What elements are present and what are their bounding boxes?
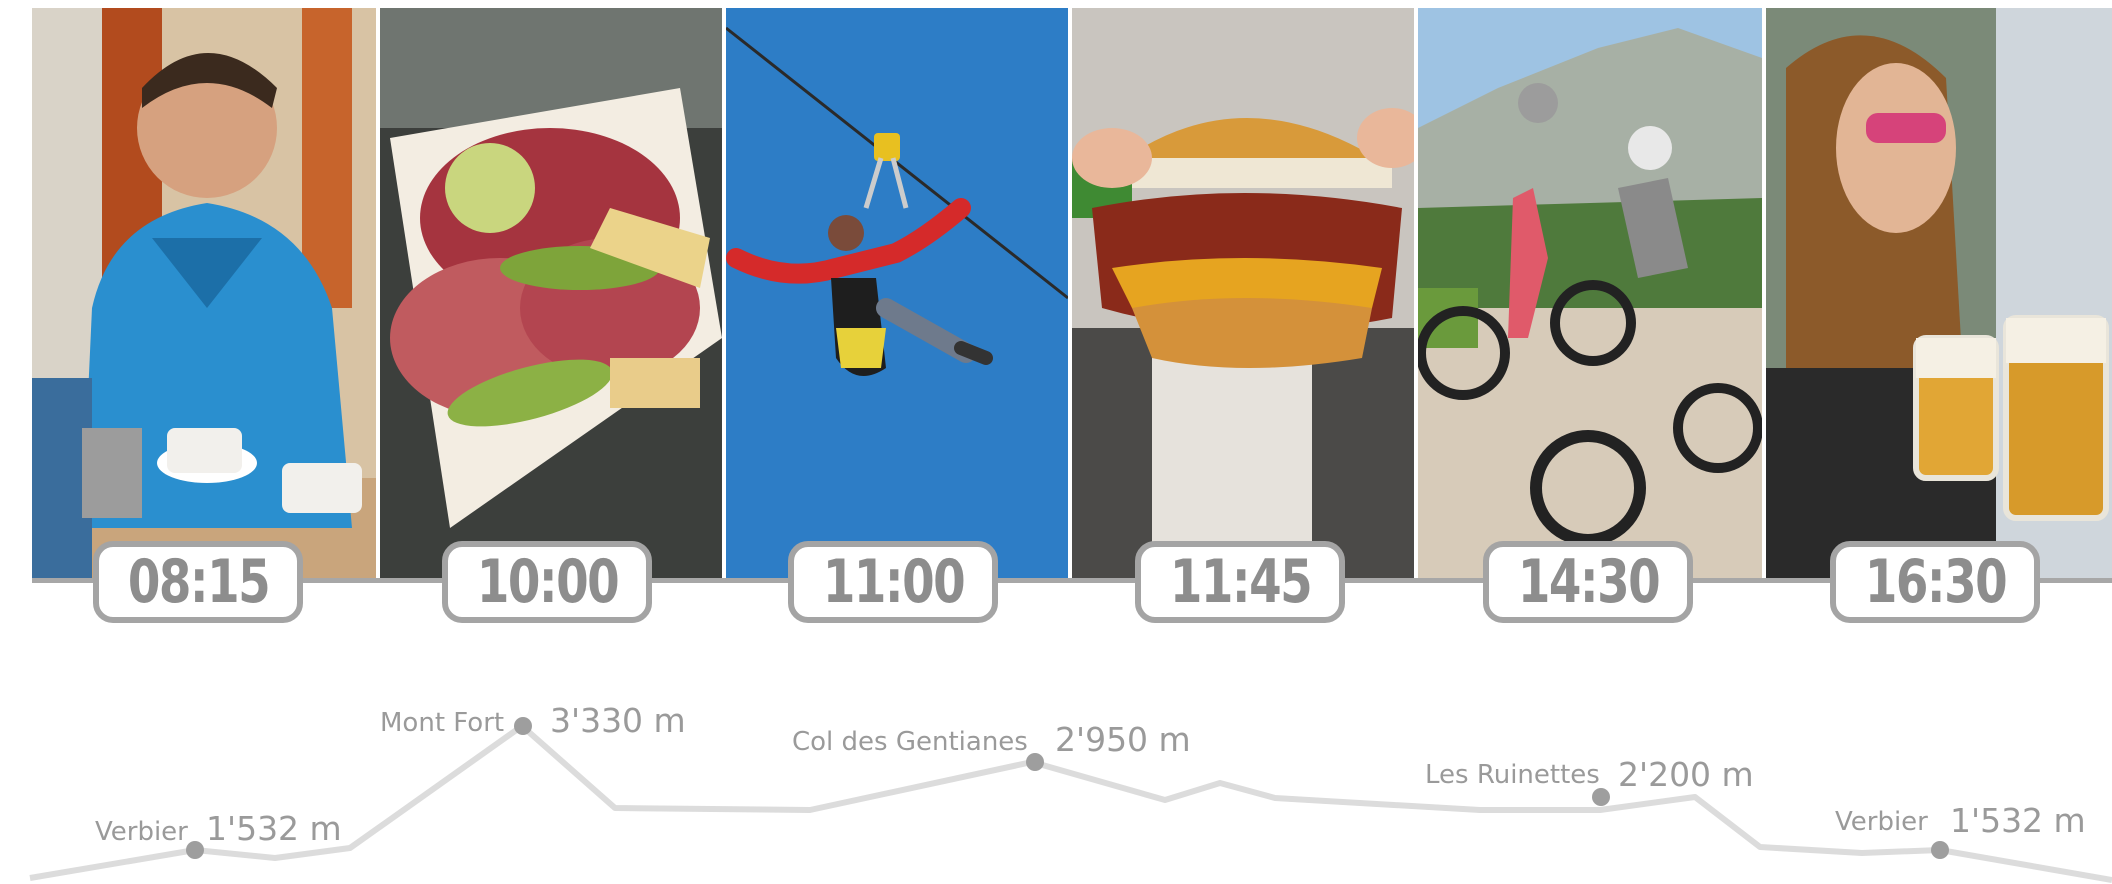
stop-marker [1592,788,1610,806]
time-badge: 10:00 [442,541,652,623]
time-badge: 08:15 [93,541,303,623]
time-label: 08:15 [127,547,270,617]
time-label: 11:45 [1169,547,1312,617]
time-badge: 14:30 [1483,541,1693,623]
stop-name: Les Ruinettes [1425,760,1600,790]
charcuterie-platter-photo [380,8,722,578]
time-badge: 11:45 [1135,541,1345,623]
woman-with-beers-photo [1766,8,2112,578]
time-label: 10:00 [476,547,619,617]
stop-marker [1931,841,1949,859]
stop-marker [1026,753,1044,771]
time-badge: 16:30 [1830,541,2040,623]
stop-name: Verbier [95,817,188,847]
bacon-burger-photo [1072,8,1414,578]
photo-strip [32,8,2112,578]
stop-name: Verbier [1835,807,1928,837]
time-label: 11:00 [822,547,965,617]
time-label: 14:30 [1517,547,1660,617]
stop-altitude: 3'330 m [550,701,686,740]
stop-marker [514,717,532,735]
stop-altitude: 1'532 m [1950,801,2086,840]
stop-marker [186,841,204,859]
stop-altitude: 1'532 m [206,809,342,848]
stop-name: Col des Gentianes [792,727,1028,757]
smiling-man-coffee-photo [32,8,376,578]
mountain-scooter-riders-photo [1418,8,1762,578]
stop-name: Mont Fort [380,708,505,738]
time-label: 16:30 [1864,547,2007,617]
stop-altitude: 2'200 m [1618,755,1754,794]
time-badge: 11:00 [788,541,998,623]
stop-altitude: 2'950 m [1055,720,1191,759]
timeline-baseline [32,578,2112,583]
zipline-rider-photo [726,8,1068,578]
